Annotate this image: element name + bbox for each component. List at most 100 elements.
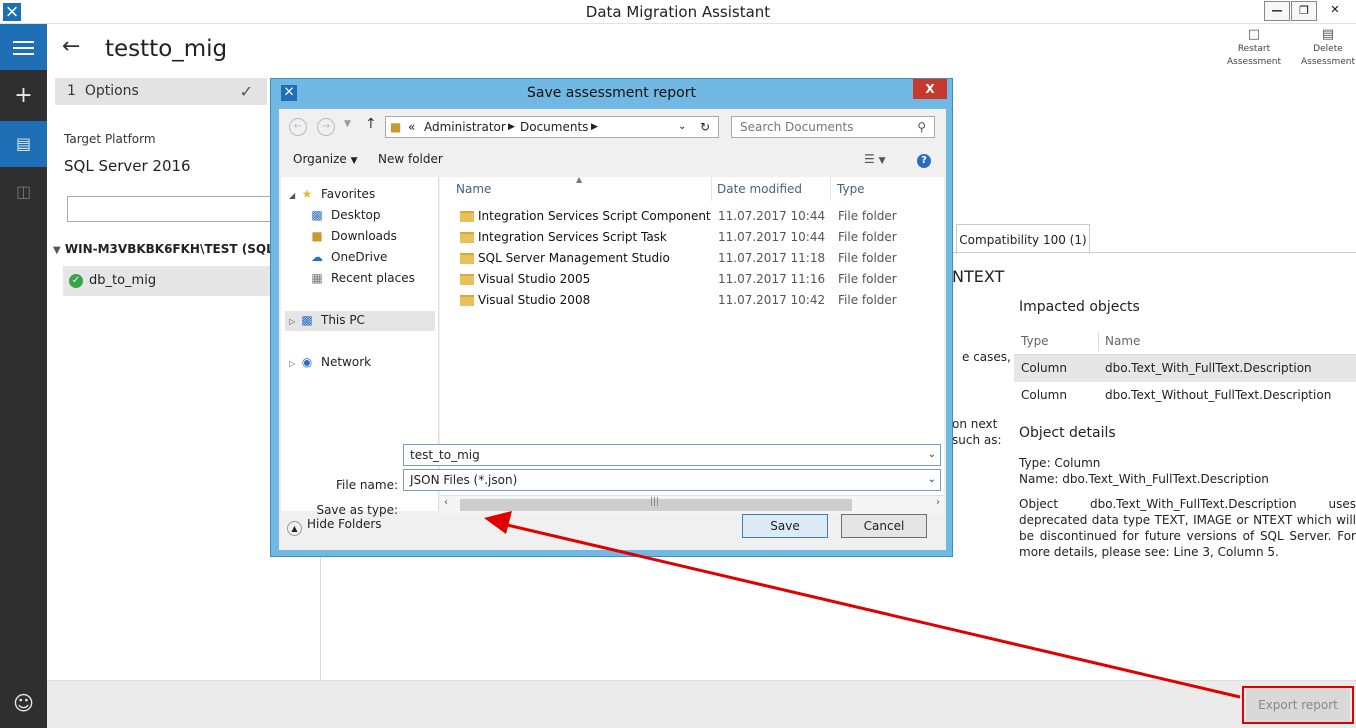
page-title: testto_mig <box>105 36 228 62</box>
downloads-icon: ■ <box>311 229 323 243</box>
table-row[interactable]: Column dbo.Text_With_FullText.Descriptio… <box>1014 355 1356 382</box>
dialog-title: Save assessment report <box>526 85 696 101</box>
minimize-button[interactable]: — <box>1264 1 1290 21</box>
column-name[interactable]: Name <box>456 177 491 201</box>
column-date-modified[interactable]: Date modified <box>717 177 802 201</box>
breadcrumb-documents[interactable]: Documents <box>520 117 588 137</box>
detail-name: Name: dbo.Text_With_FullText.Description <box>1019 472 1269 486</box>
rule-title: NTEXT <box>952 267 1005 286</box>
back-arrow-icon[interactable]: ← <box>62 34 80 59</box>
nav-network[interactable]: ▷ ◉ Network <box>289 355 371 369</box>
view-options-icon[interactable]: ☰ ▼ <box>864 152 886 166</box>
object-details-title: Object details <box>1019 425 1116 441</box>
checkmark-icon: ✓ <box>239 82 253 101</box>
file-name-label: File name: <box>336 478 398 492</box>
address-dropdown-icon[interactable]: ⌄ <box>678 117 686 137</box>
horizontal-scrollbar[interactable]: ‹ ||| › <box>440 495 944 513</box>
target-platform-value: SQL Server 2016 <box>64 157 191 175</box>
help-icon[interactable]: ? <box>917 154 931 168</box>
success-check-icon: ✓ <box>69 274 83 288</box>
file-row[interactable]: Integration Services Script Task 11.07.20… <box>440 227 944 248</box>
cancel-button[interactable]: Cancel <box>841 514 927 538</box>
chevron-down-icon: ▼ <box>350 156 358 166</box>
folder-icon <box>460 274 474 285</box>
desktop-icon: ▩ <box>311 208 323 222</box>
breadcrumb-chevron-icon: ▶ <box>591 122 598 132</box>
table-row[interactable]: Column dbo.Text_Without_FullText.Descrip… <box>1014 382 1356 409</box>
trash-icon: ▤ <box>1321 27 1335 42</box>
close-button[interactable]: ✕ <box>1318 1 1352 21</box>
window-title: Data Migration Assistant <box>585 3 771 21</box>
file-row[interactable]: Visual Studio 2008 11.07.2017 10:42 File f… <box>440 290 944 311</box>
target-platform-label: Target Platform <box>64 132 156 146</box>
dialog-search-input[interactable]: Search Documents ⚲ <box>731 116 935 138</box>
migration-icon[interactable]: ◫ <box>0 169 47 215</box>
folder-icon <box>460 211 474 222</box>
recent-dropdown-icon[interactable]: ▼ <box>344 119 351 129</box>
chevron-down-icon[interactable]: ⌄ <box>928 470 936 490</box>
folder-icon <box>460 295 474 306</box>
column-type[interactable]: Type <box>837 177 865 201</box>
refresh-icon[interactable]: ↻ <box>700 117 710 137</box>
details-panel: Compatibility 100 (1) NTEXT Impacted obj… <box>952 220 1356 680</box>
save-button[interactable]: Save <box>742 514 828 538</box>
recent-icon: ▦ <box>311 271 323 285</box>
title-bar: ⨉ Data Migration Assistant — ❐ ✕ <box>0 0 1356 24</box>
folder-icon <box>460 253 474 264</box>
plus-icon[interactable]: + <box>0 73 47 119</box>
table-header: Type Name <box>1014 328 1356 355</box>
save-as-type-select[interactable]: JSON Files (*.json) ⌄ <box>403 469 941 491</box>
smiley-icon[interactable]: ☺ <box>0 680 47 726</box>
detail-type: Type: Column <box>1019 456 1101 470</box>
impacted-objects-title: Impacted objects <box>1019 299 1140 315</box>
network-icon: ◉ <box>301 355 313 369</box>
impacted-objects-table: Type Name Column dbo.Text_With_FullText.… <box>1014 328 1356 409</box>
assessment-icon[interactable]: ▤ <box>0 121 47 167</box>
cloud-icon: ☁ <box>311 250 323 264</box>
nav-downloads[interactable]: ■ Downloads <box>309 229 397 243</box>
hide-folders-button[interactable]: ▲ Hide Folders <box>287 517 382 536</box>
dialog-body: ← → ▼ ↑ ■ « Administrator ▶ Documents ▶ … <box>279 109 946 550</box>
detail-description: Object dbo.Text_With_FullText.Descriptio… <box>1019 497 1356 559</box>
page-header: ← testto_mig □ Restart Assessment ▤ Dele… <box>47 24 1356 78</box>
breadcrumb-chevron-icon: ▶ <box>508 122 515 132</box>
nav-rail: + ▤ ◫ ☺ <box>0 24 47 728</box>
nav-this-pc[interactable]: ▷ ▩ This PC <box>289 313 365 327</box>
folder-icon <box>460 232 474 243</box>
step-options[interactable]: 1 Options ✓ <box>55 78 267 105</box>
file-row[interactable]: Visual Studio 2005 11.07.2017 11:16 File f… <box>440 269 944 290</box>
new-folder-button[interactable]: New folder <box>378 152 443 166</box>
delete-assessment-button[interactable]: ▤ Delete Assessment <box>1293 27 1356 69</box>
save-dialog: ⨉ Save assessment report X ← → ▼ ↑ ■ « A… <box>270 78 953 557</box>
restart-icon: □ <box>1247 27 1261 42</box>
restart-assessment-button[interactable]: □ Restart Assessment <box>1219 27 1289 69</box>
expand-triangle-icon: ▼ <box>53 245 61 256</box>
save-as-type-label: Save as type: <box>316 503 398 517</box>
nav-favorites[interactable]: ◢ ★ Favorites <box>289 187 375 201</box>
dialog-close-button[interactable]: X <box>913 79 947 99</box>
address-bar[interactable]: ■ « Administrator ▶ Documents ▶ ⌄ ↻ <box>385 116 719 138</box>
back-nav-icon[interactable]: ← <box>289 118 307 136</box>
chevron-up-icon: ▲ <box>287 521 302 536</box>
forward-nav-icon[interactable]: → <box>317 118 335 136</box>
restore-button[interactable]: ❐ <box>1291 1 1317 21</box>
computer-icon: ▩ <box>301 313 313 327</box>
organize-menu[interactable]: Organize ▼ <box>293 152 358 166</box>
nav-onedrive[interactable]: ☁ OneDrive <box>309 250 387 264</box>
search-icon: ⚲ <box>917 120 926 134</box>
folder-icon: ■ <box>390 120 402 134</box>
sort-arrow-icon: ▲ <box>576 175 583 184</box>
file-row[interactable]: Integration Services Script Component 11.… <box>440 206 944 227</box>
up-folder-icon[interactable]: ↑ <box>365 116 377 132</box>
tab-divider <box>952 252 1356 253</box>
file-row[interactable]: SQL Server Management Studio 11.07.2017 1… <box>440 248 944 269</box>
nav-recent-places[interactable]: ▦ Recent places <box>309 271 415 285</box>
breadcrumb-administrator[interactable]: Administrator <box>424 117 506 137</box>
tab-compatibility-100[interactable]: Compatibility 100 (1) <box>956 224 1090 254</box>
annotation-highlight-box <box>1242 686 1354 724</box>
file-name-input[interactable]: test_to_mig ⌄ <box>403 444 941 466</box>
menu-icon[interactable] <box>0 24 47 70</box>
nav-desktop[interactable]: ▩ Desktop <box>309 208 380 222</box>
chevron-down-icon[interactable]: ⌄ <box>928 445 936 465</box>
bottom-bar <box>47 680 1356 728</box>
